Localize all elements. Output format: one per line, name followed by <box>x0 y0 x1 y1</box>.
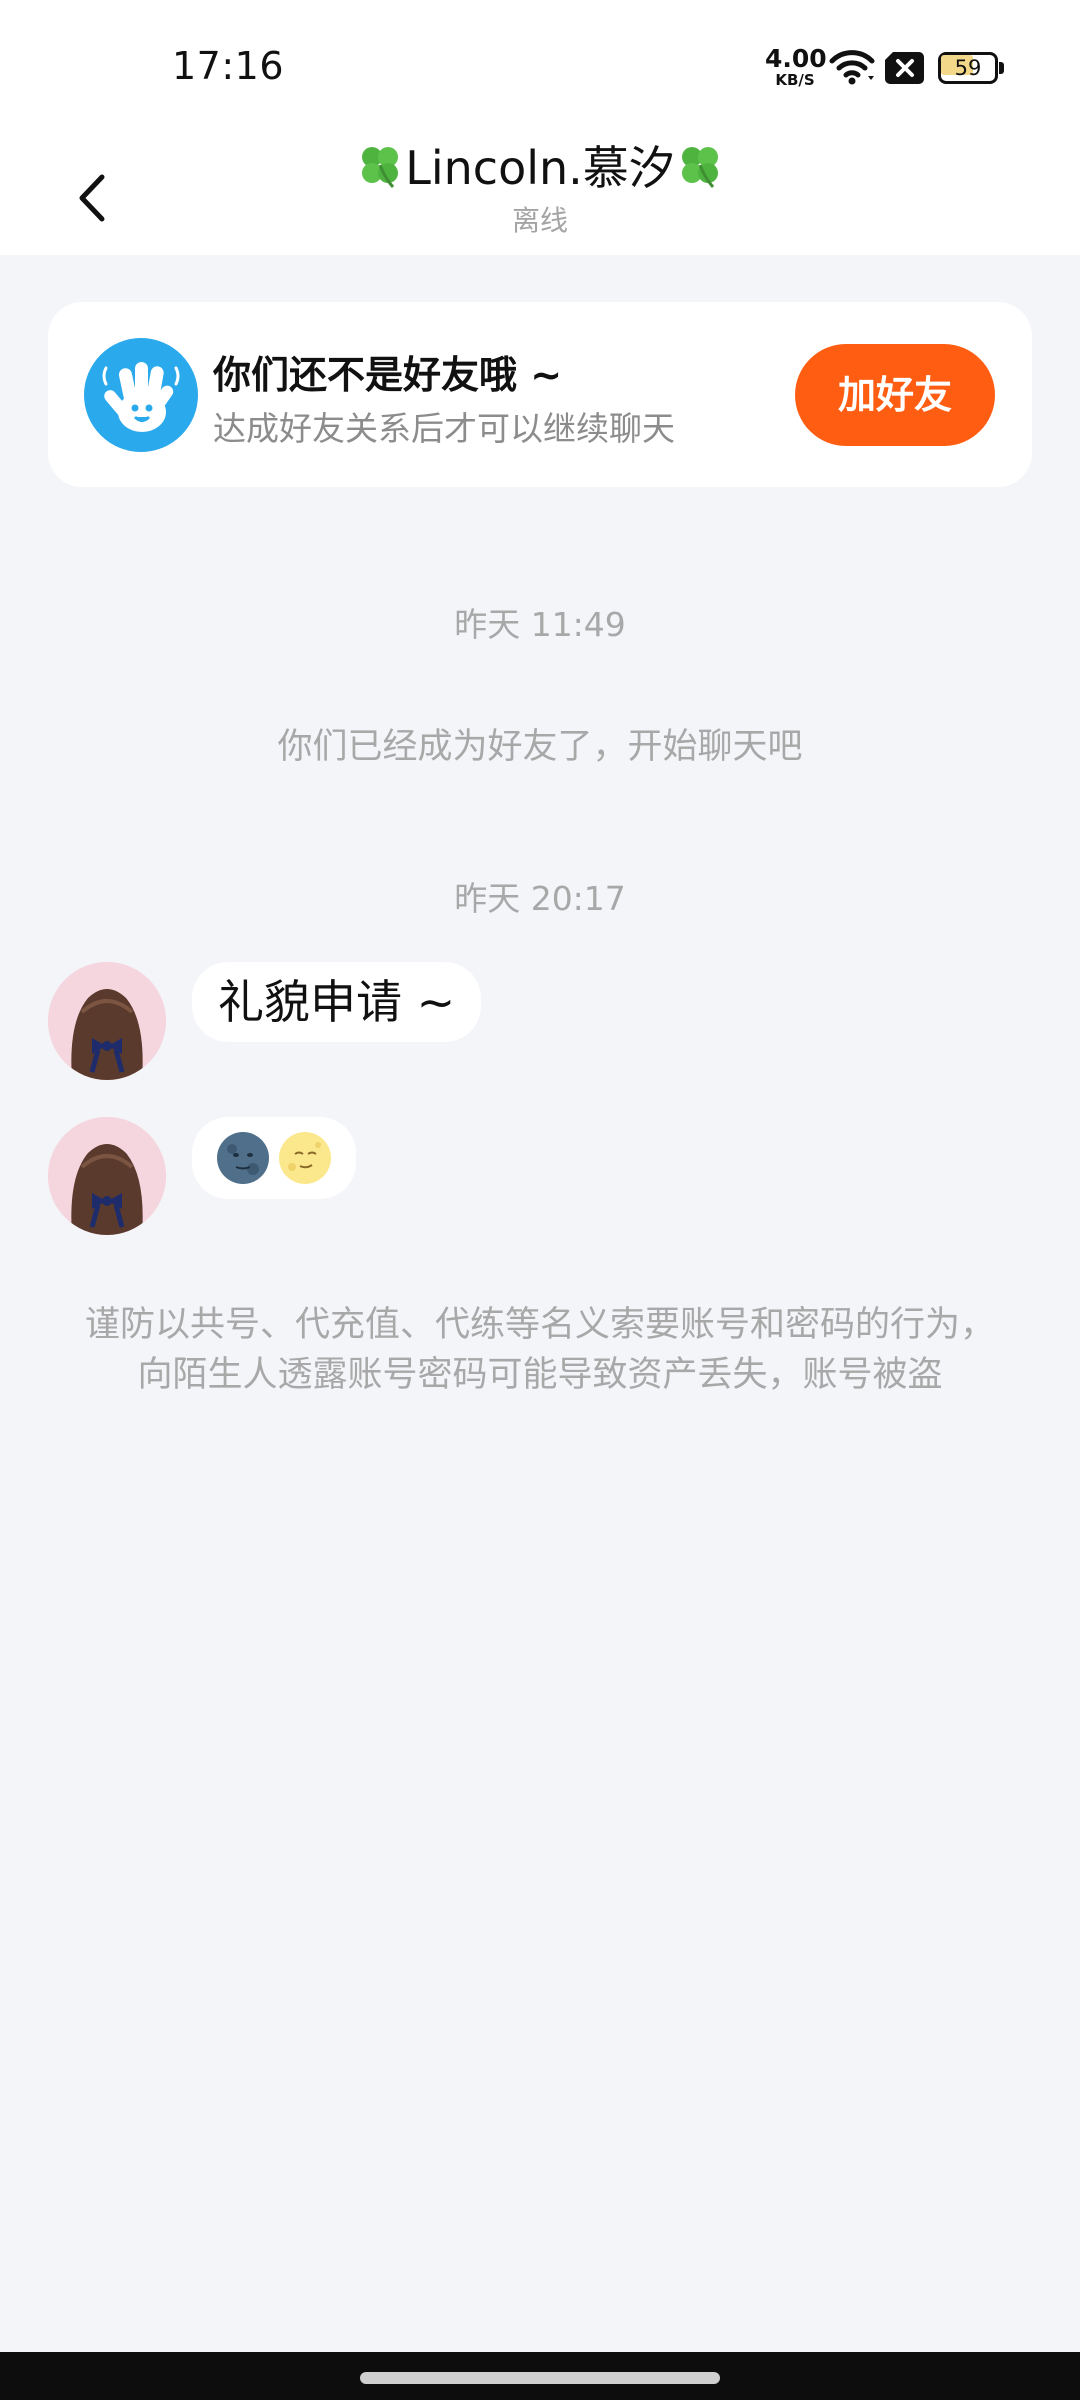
four-leaf-clover-icon <box>355 139 405 209</box>
banner-title: 你们还不是好友哦 ~ <box>213 353 563 397</box>
message-bubble[interactable]: 礼貌申请 ~ <box>192 962 482 1042</box>
contact-name[interactable]: Lincoln.慕汐 <box>0 133 1080 209</box>
contact-avatar[interactable] <box>48 1117 166 1235</box>
contact-online-status: 离线 <box>511 204 568 237</box>
waving-hand-icon <box>84 338 198 452</box>
no-sim-icon <box>885 52 925 88</box>
battery-level: 59 <box>954 56 982 80</box>
network-speed: 4.00 KB/S <box>765 44 827 89</box>
emoji-message-bubble[interactable] <box>192 1117 356 1199</box>
chat-timestamp: 昨天 20:17 <box>454 879 626 918</box>
chat-screen: 17:16 4.00 KB/S 59 Lincoln.慕汐 离线 你们还不是好友… <box>0 0 1080 2400</box>
message-text: 礼貌申请 ~ <box>218 975 456 1029</box>
contact-avatar[interactable] <box>48 962 166 1080</box>
title-wrap: Lincoln.慕汐 离线 <box>0 133 1080 239</box>
security-warning: 谨防以共号、代充值、代练等名义索要账号和密码的行为，向陌生人透露账号密码可能导致… <box>84 1305 995 1395</box>
full-moon-face-emoji <box>279 1132 331 1184</box>
not-friend-banner: 你们还不是好友哦 ~ 达成好友关系后才可以继续聊天 加好友 <box>48 302 1032 487</box>
banner-subtitle: 达成好友关系后才可以继续聊天 <box>213 409 675 448</box>
system-navigation-bar <box>0 2352 1080 2400</box>
network-speed-unit: KB/S <box>775 71 815 89</box>
status-time: 17:16 <box>172 44 285 88</box>
chat-header: Lincoln.慕汐 离线 <box>0 125 1080 255</box>
wifi-icon <box>828 48 876 90</box>
new-moon-face-emoji <box>217 1132 269 1184</box>
battery-icon: 59 <box>938 52 1004 84</box>
status-bar: 17:16 4.00 KB/S 59 <box>0 0 1080 125</box>
home-indicator[interactable] <box>360 2372 720 2384</box>
network-speed-value: 4.00 <box>765 44 827 73</box>
system-message: 你们已经成为好友了，开始聊天吧 <box>277 727 803 767</box>
add-friend-button[interactable]: 加好友 <box>795 344 995 446</box>
contact-name-text: Lincoln.慕汐 <box>405 141 675 195</box>
chat-timestamp: 昨天 11:49 <box>454 605 626 644</box>
four-leaf-clover-icon <box>675 139 725 209</box>
emoji-row <box>192 1117 356 1199</box>
battery-cap <box>999 62 1004 74</box>
